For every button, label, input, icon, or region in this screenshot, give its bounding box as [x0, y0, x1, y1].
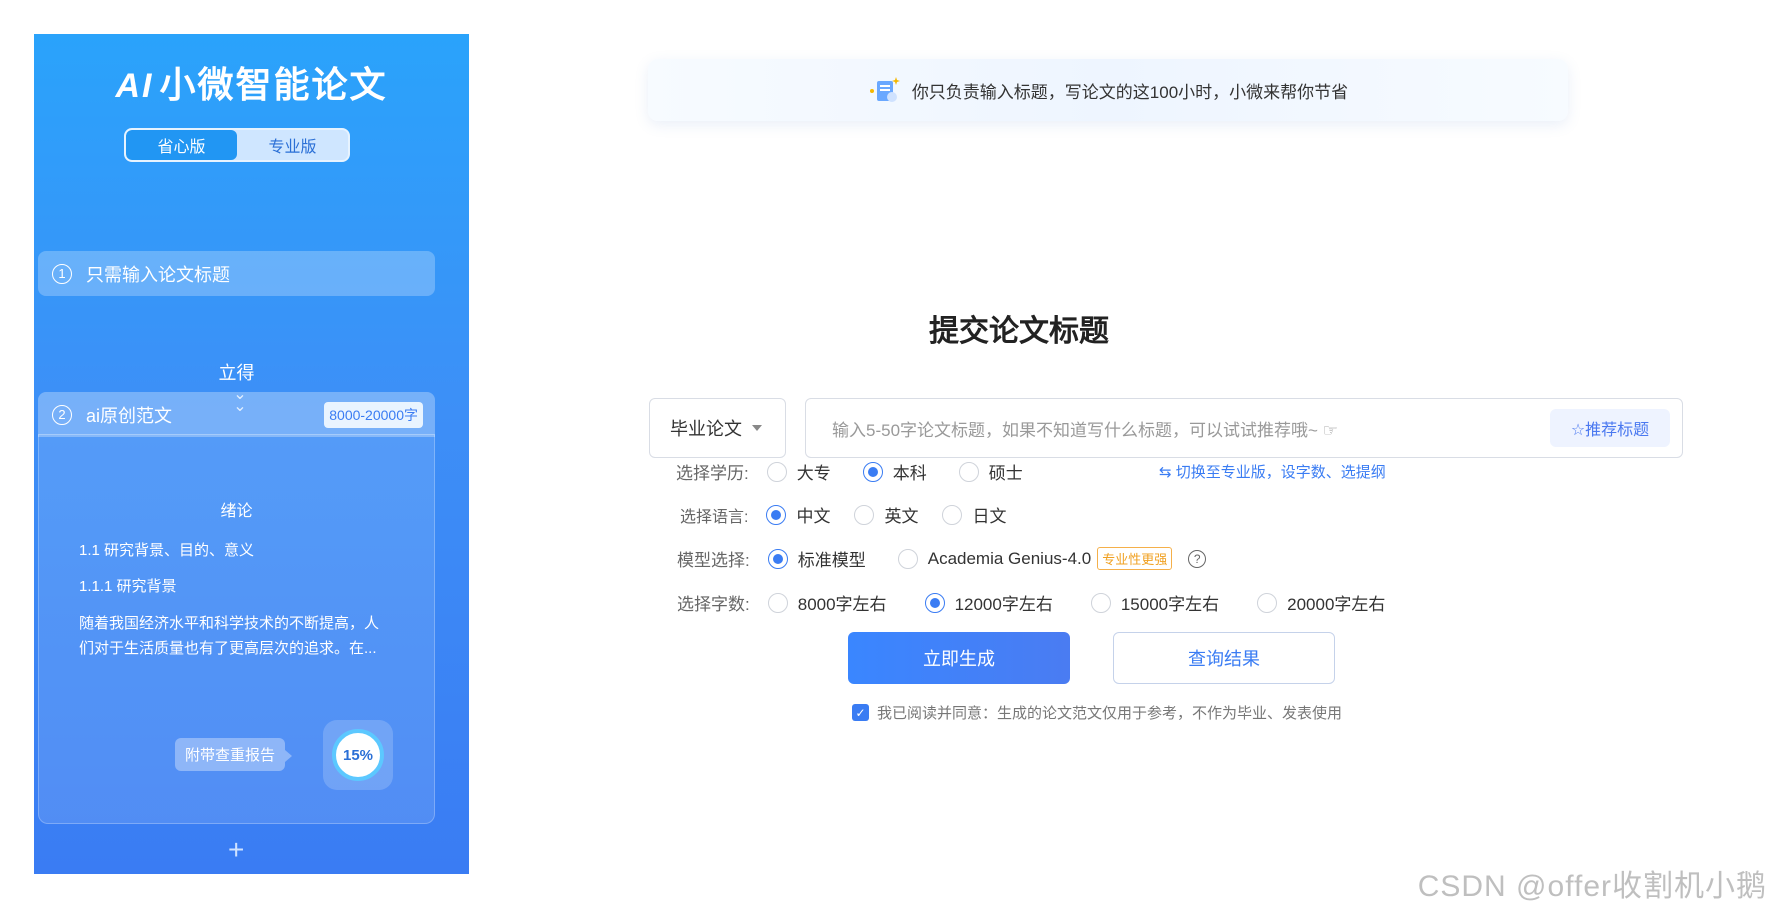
sidebar: AI 小微智能论文 省心版 专业版 1 只需输入论文标题 立得 ⌄ ⌄ 2 ai原创…	[34, 34, 469, 874]
version-easy-button[interactable]: 省心版	[126, 130, 237, 160]
education-row: 选择学历: 大专 本科 硕士	[676, 459, 1055, 484]
word-count-option[interactable]: 8000字左右	[767, 590, 887, 615]
radio-selected-icon[interactable]	[924, 592, 945, 613]
pro-badge: 专业性更强	[1097, 547, 1173, 570]
preview-line: 1.1.1 研究背景	[79, 578, 177, 595]
paper-type-value: 毕业论文	[670, 419, 742, 439]
paper-type-select[interactable]: 毕业论文	[649, 398, 786, 458]
radio-icon[interactable]	[1257, 592, 1278, 613]
radio-icon[interactable]	[958, 461, 979, 482]
language-option[interactable]: 日文	[942, 502, 1006, 527]
word-count-option[interactable]: 20000字左右	[1257, 590, 1385, 615]
radio-icon[interactable]	[854, 504, 875, 525]
language-option[interactable]: 英文	[854, 502, 918, 527]
step-number: 1	[52, 263, 72, 284]
main-panel: 你只负责输入标题，写论文的这100小时，小微来帮你节省 提交论文标题 毕业论文 …	[469, 34, 1749, 874]
app-logo: AI 小微智能论文	[34, 56, 469, 108]
step-1: 1 只需输入论文标题	[38, 251, 435, 296]
notice-banner: 你只负责输入标题，写论文的这100小时，小微来帮你节省	[648, 59, 1568, 121]
switch-to-pro-link[interactable]: ⇆ 切换至专业版，设字数、选提纲	[1159, 461, 1386, 482]
model-row: 模型选择: 标准模型 Academia Genius-4.0 专业性更强 ?	[677, 546, 1207, 571]
step-label: 只需输入论文标题	[86, 264, 230, 285]
version-pro-button[interactable]: 专业版	[237, 130, 348, 160]
watermark: CSDN @offer收割机小鹅	[1417, 870, 1767, 903]
title-input-placeholder: 输入5-50字论文标题，如果不知道写什么标题，可以试试推荐哦~ ☞	[832, 420, 1338, 440]
agreement-text: 我已阅读并同意：生成的论文范文仅用于参考，不作为毕业、发表使用	[877, 705, 1343, 722]
preview-paragraph: 随着我国经济水平和科学技术的不断提高，人们对于生活质量也有了更高层次的追求。在.…	[79, 615, 380, 657]
radio-icon[interactable]	[767, 592, 788, 613]
word-count-label: 选择字数:	[677, 595, 750, 614]
preview-line: 1.1 研究背景、目的、意义	[79, 542, 255, 559]
document-sparkle-icon	[869, 77, 900, 102]
radio-icon[interactable]	[1090, 592, 1111, 613]
language-label: 选择语言:	[680, 508, 749, 526]
education-option[interactable]: 大专	[766, 459, 831, 484]
version-toggle: 省心版 专业版	[124, 128, 350, 162]
radio-icon[interactable]	[942, 504, 963, 525]
similarity-gauge: 15%	[323, 720, 393, 790]
recommend-title-button[interactable]: ☆推荐标题	[1550, 409, 1670, 447]
word-count-option[interactable]: 15000字左右	[1090, 590, 1219, 615]
language-row: 选择语言: 中文 英文 日文	[680, 502, 1038, 527]
help-icon[interactable]: ?	[1188, 549, 1207, 568]
step-label: ai原创范文	[86, 405, 173, 426]
word-range-badge: 8000-20000字	[324, 402, 423, 428]
radio-icon[interactable]	[766, 461, 787, 482]
step-number: 2	[52, 404, 72, 425]
agreement-row: ✓ 我已阅读并同意：生成的论文范文仅用于参考，不作为毕业、发表使用	[852, 702, 1342, 723]
similarity-percent: 15%	[332, 729, 384, 781]
page-title: 提交论文标题	[929, 315, 1109, 348]
model-option[interactable]: Academia Genius-4.0	[897, 548, 1091, 569]
app-title: 小微智能论文	[159, 64, 388, 105]
radio-selected-icon[interactable]	[862, 461, 883, 482]
report-badge: 附带查重报告	[175, 738, 293, 771]
education-option[interactable]: 硕士	[958, 459, 1023, 484]
education-option[interactable]: 本科	[862, 459, 927, 484]
word-count-option[interactable]: 12000字左右	[924, 590, 1053, 615]
model-option[interactable]: 标准模型	[767, 546, 866, 571]
radio-selected-icon[interactable]	[767, 548, 788, 569]
word-count-row: 选择字数: 8000字左右 12000字左右 15000字左右 20000字左右	[677, 590, 1417, 615]
notice-text: 你只负责输入标题，写论文的这100小时，小微来帮你节省	[911, 82, 1349, 102]
generate-button[interactable]: 立即生成	[848, 632, 1070, 684]
arrow-text: 立得	[218, 363, 255, 383]
model-label: 模型选择:	[677, 551, 750, 570]
title-input[interactable]: 输入5-50字论文标题，如果不知道写什么标题，可以试试推荐哦~ ☞ ☆推荐标题	[805, 398, 1683, 458]
ai-logo-icon: AI	[115, 67, 154, 105]
education-label: 选择学历:	[676, 464, 749, 483]
step-2: 2 ai原创范文 8000-20000字	[38, 392, 435, 437]
language-option[interactable]: 中文	[766, 502, 830, 527]
checkbox-checked-icon[interactable]: ✓	[852, 704, 869, 721]
caret-down-icon	[752, 425, 762, 431]
radio-icon[interactable]	[897, 548, 918, 569]
query-result-button[interactable]: 查询结果	[1113, 632, 1335, 684]
plus-icon: +	[228, 834, 245, 865]
sample-preview-card: 绪论 1.1 研究背景、目的、意义 1.1.1 研究背景 随着我国经济水平和科学…	[38, 434, 435, 824]
preview-heading: 绪论	[220, 503, 253, 520]
radio-selected-icon[interactable]	[766, 504, 787, 525]
